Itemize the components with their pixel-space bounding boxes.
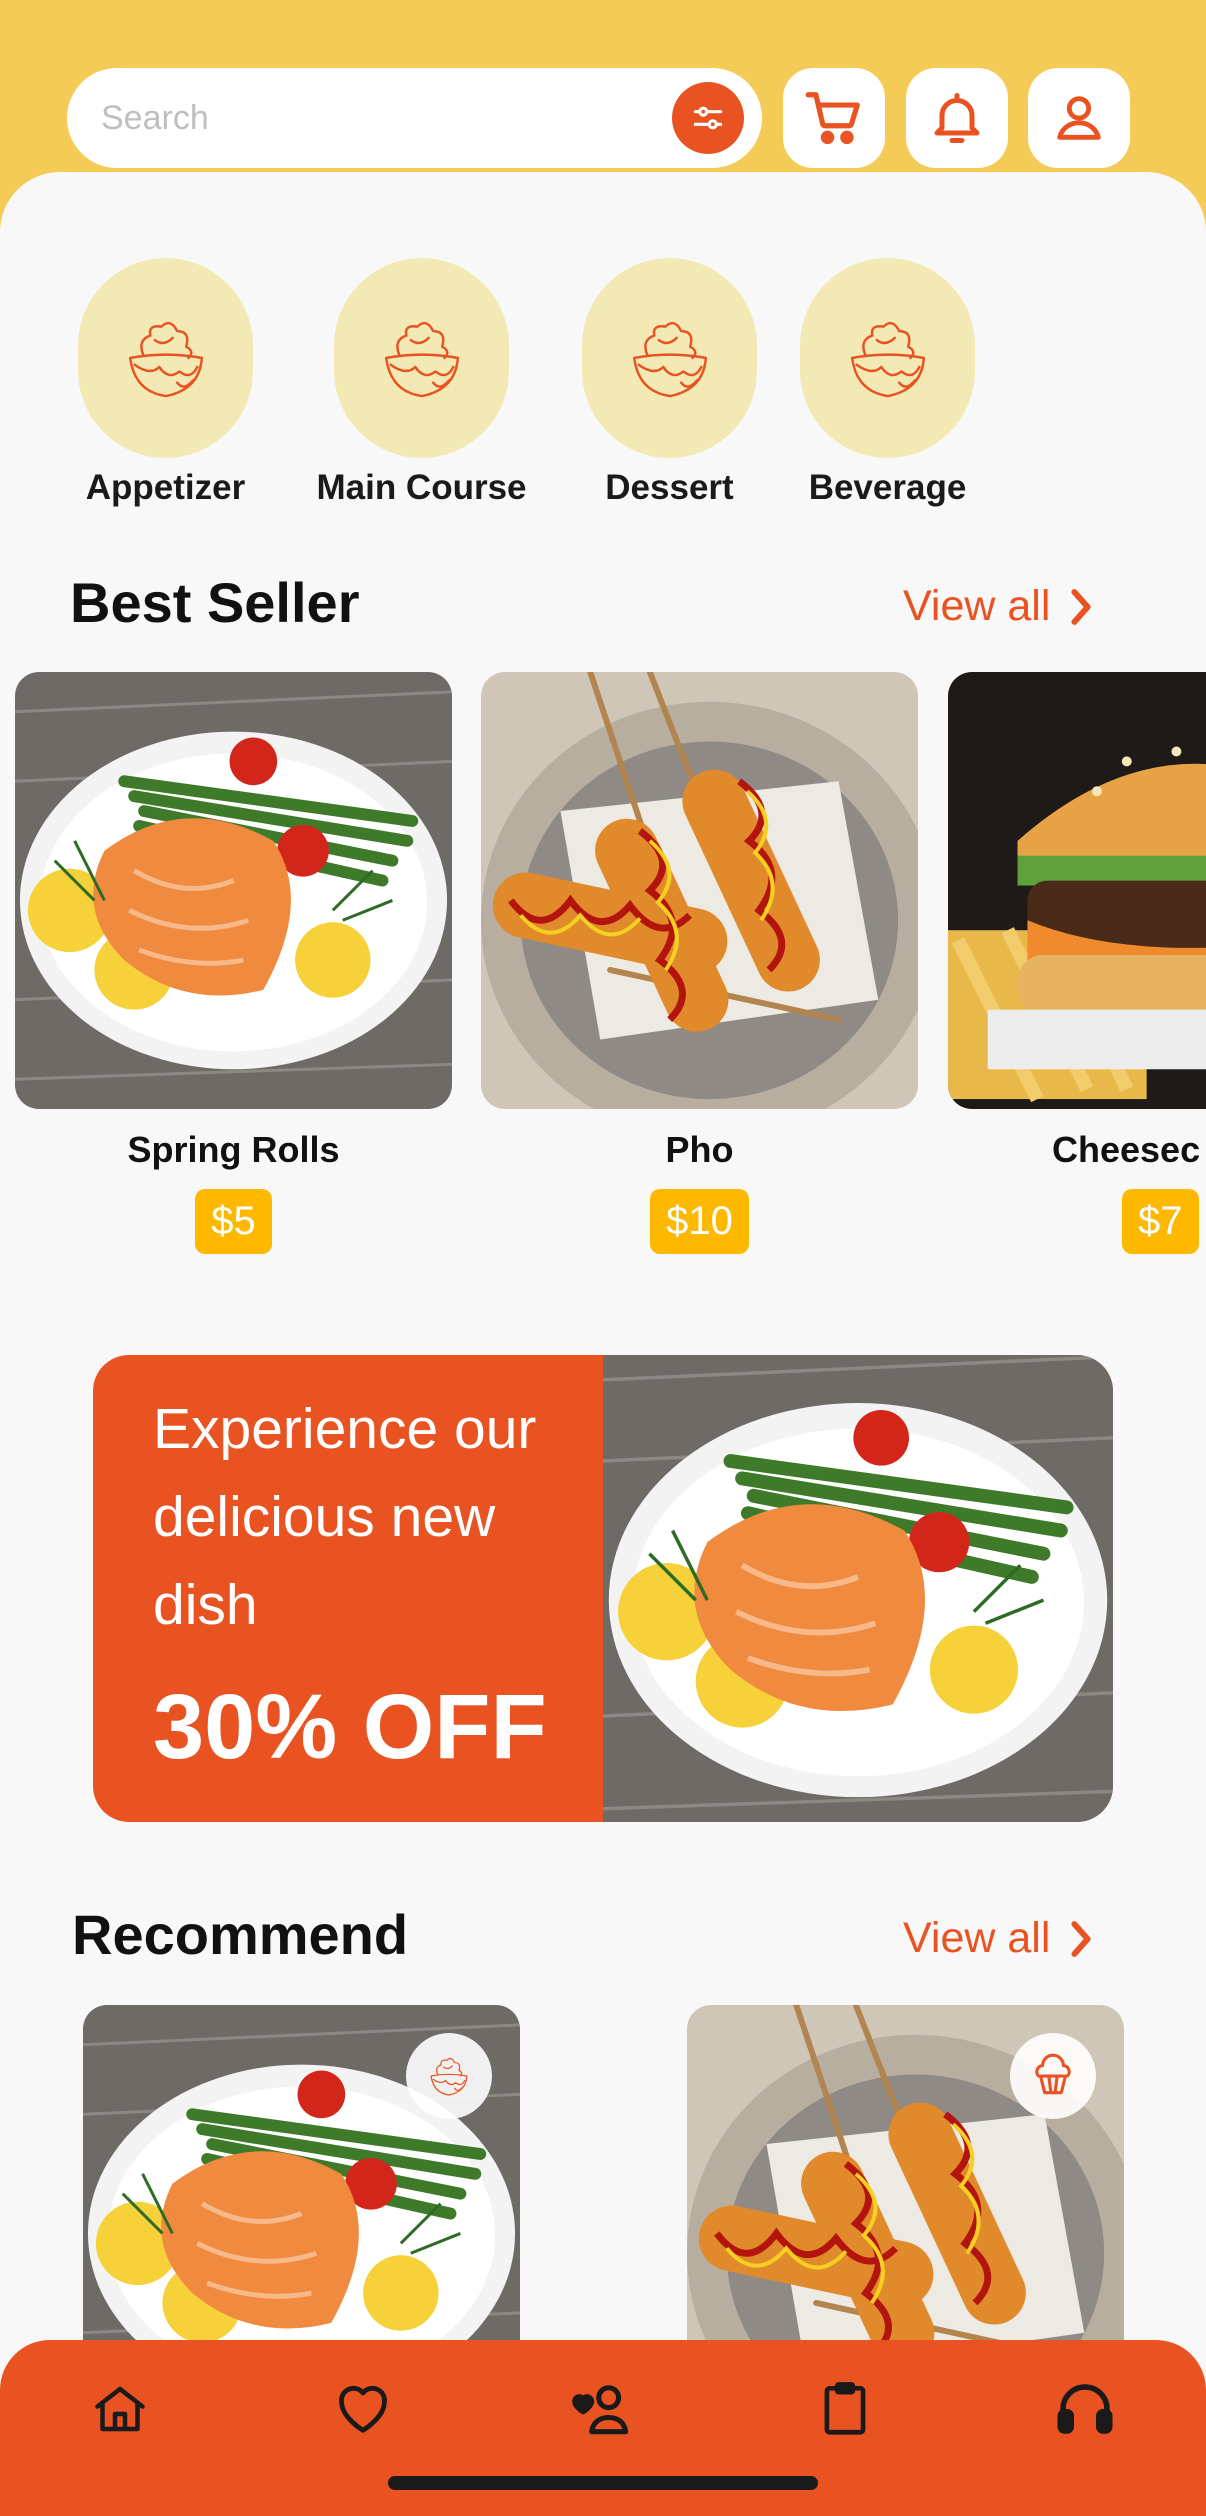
category-circle [334, 258, 509, 458]
cart-button[interactable] [783, 68, 885, 168]
food-image [481, 672, 918, 1109]
food-name: Cheesec [1052, 1129, 1201, 1170]
chevron-right-icon [1071, 1920, 1091, 1957]
category-badge[interactable] [1010, 2033, 1096, 2119]
best-seller-title: Best Seller [70, 571, 360, 634]
heart-icon [339, 2385, 387, 2433]
category-main-course[interactable]: Main Course [316, 258, 527, 508]
bell-icon [934, 93, 980, 143]
main-content: Appetizer Main Course Dessert Beverage B… [0, 172, 1206, 2516]
category-circle [78, 258, 253, 458]
price-badge: $7 [1122, 1189, 1199, 1254]
profile-button[interactable] [1028, 68, 1130, 168]
best-seller-card[interactable]: Pho $10 [481, 672, 918, 1254]
best-seller-card[interactable]: Spring Rolls $5 [15, 672, 452, 1254]
category-dessert[interactable]: Dessert [582, 258, 757, 508]
category-circle [582, 258, 757, 458]
home-indicator[interactable] [388, 2476, 818, 2490]
notifications-button[interactable] [906, 68, 1008, 168]
nav-home[interactable] [75, 2364, 165, 2454]
nav-favorites[interactable] [318, 2364, 408, 2454]
filter-icon [693, 106, 723, 130]
promo-banner[interactable]: Experience our delicious new dish 30% OF… [93, 1355, 1113, 1822]
snacks-icon [366, 302, 478, 414]
category-label: Appetizer [85, 468, 246, 507]
user-icon [1057, 96, 1101, 140]
category-beverage[interactable]: Beverage [800, 258, 975, 508]
promo-discount: 30% OFF [153, 1676, 547, 1778]
nav-support[interactable] [1040, 2364, 1130, 2454]
snacks-icon [110, 302, 222, 414]
clipboard-icon [824, 2382, 866, 2435]
user-heart-icon [572, 2385, 629, 2435]
best-seller-card[interactable]: Cheesec $7 [948, 672, 1206, 1254]
home-icon [95, 2386, 145, 2432]
snacks-icon [832, 302, 944, 414]
food-name: Pho [665, 1129, 734, 1170]
nav-orders[interactable] [800, 2364, 890, 2454]
food-image [15, 672, 452, 1109]
filter-button[interactable] [672, 82, 744, 154]
category-appetizer[interactable]: Appetizer [78, 258, 253, 508]
price-badge: $5 [195, 1189, 272, 1254]
promo-image [603, 1355, 1113, 1822]
food-name: Spring Rolls [127, 1129, 340, 1170]
chevron-right-icon [1071, 588, 1091, 625]
nav-customers[interactable] [558, 2364, 648, 2454]
cupcake-icon [1035, 2053, 1071, 2095]
category-label: Beverage [808, 468, 967, 507]
cart-icon [805, 92, 860, 145]
recommend-view-all-link[interactable]: View all [903, 1914, 1094, 1963]
promo-headline: Experience our delicious new dish [153, 1397, 537, 1637]
view-all-label: View all [903, 582, 1051, 630]
food-image [948, 672, 1206, 1109]
search-bar[interactable] [67, 68, 762, 168]
snacks-icon [614, 302, 726, 414]
category-label: Dessert [605, 468, 734, 507]
headset-icon [1057, 2384, 1113, 2434]
header-bar [0, 0, 1206, 200]
category-circle [800, 258, 975, 458]
snacks-icon [421, 2048, 477, 2104]
price-badge: $10 [650, 1189, 749, 1254]
search-input[interactable] [99, 97, 663, 139]
view-all-label: View all [903, 1914, 1051, 1962]
category-badge[interactable] [406, 2033, 492, 2119]
category-label: Main Course [316, 468, 527, 507]
recommend-title: Recommend [72, 1903, 409, 1966]
best-seller-view-all-link[interactable]: View all [903, 582, 1094, 631]
